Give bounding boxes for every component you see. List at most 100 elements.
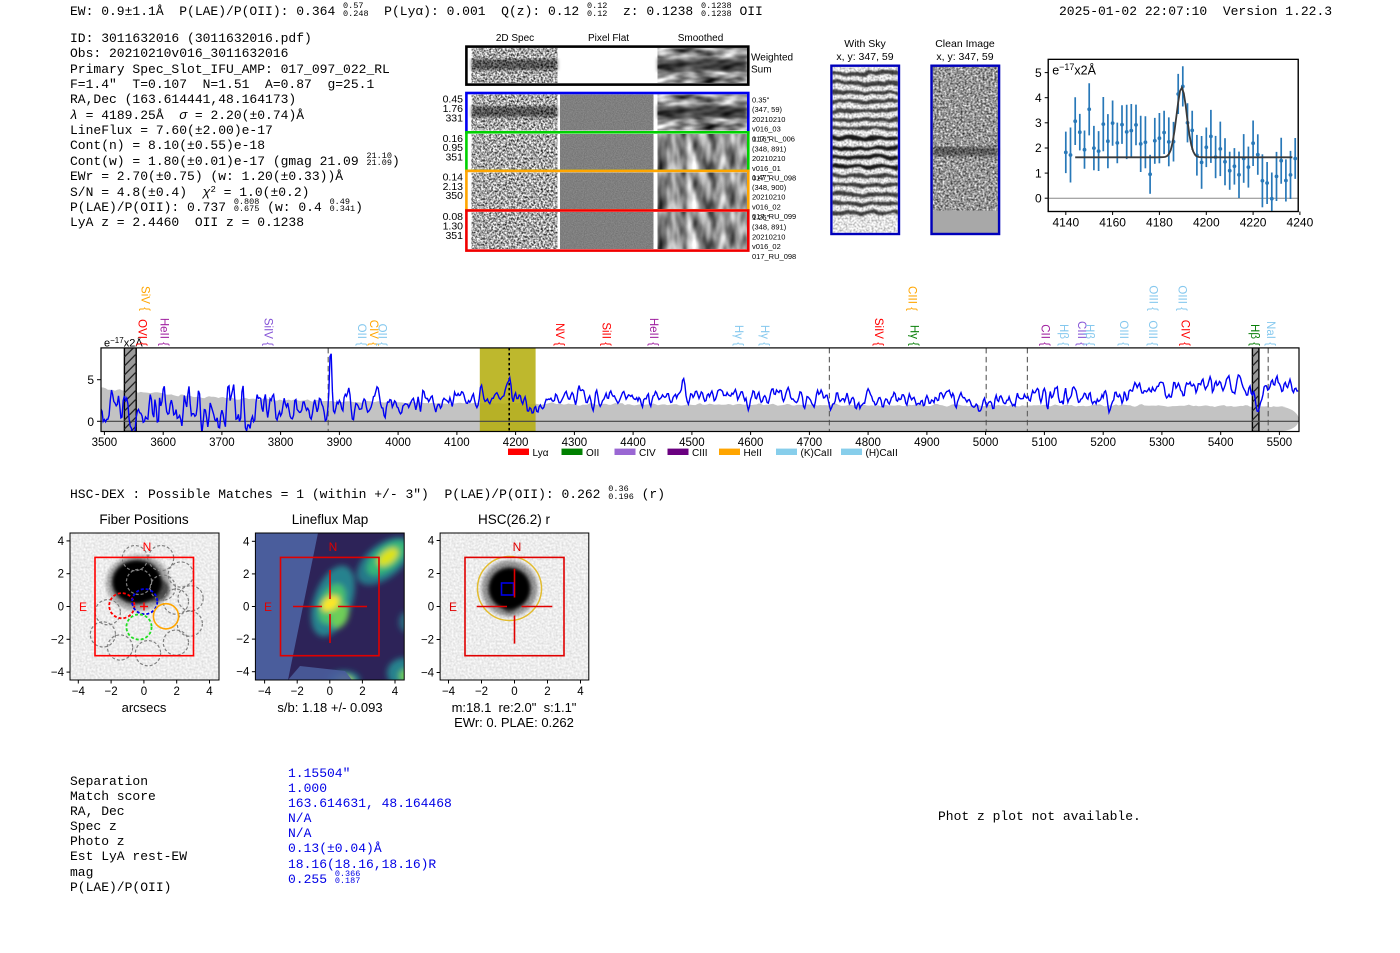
svg-text:SiIV {: SiIV {	[872, 318, 884, 346]
svg-text:v016_02: v016_02	[752, 203, 781, 212]
svg-text:−4: −4	[236, 667, 250, 679]
svg-text:0: 0	[58, 602, 64, 614]
svg-text:Smoothed: Smoothed	[678, 33, 724, 44]
svg-text:331: 331	[445, 112, 463, 124]
svg-text:Hγ {: Hγ {	[908, 325, 920, 346]
svg-text:e−17x2Å: e−17x2Å	[1052, 62, 1096, 78]
svg-text:v016_02: v016_02	[752, 242, 781, 251]
svg-text:1.16": 1.16"	[752, 135, 770, 144]
svg-text:(348, 900): (348, 900)	[752, 183, 787, 192]
svg-text:NV {: NV {	[553, 323, 565, 346]
svg-text:0: 0	[327, 686, 333, 698]
svg-text:4000: 4000	[385, 437, 411, 449]
svg-text:3500: 3500	[92, 437, 118, 449]
svg-text:N: N	[329, 540, 338, 554]
svg-text:−2: −2	[105, 686, 118, 698]
svg-text:(348, 891): (348, 891)	[752, 144, 787, 153]
svg-text:Hβ {: Hβ {	[1057, 324, 1069, 346]
svg-text:N: N	[143, 540, 152, 554]
svg-text:4200: 4200	[1193, 216, 1220, 230]
svg-text:−2: −2	[475, 686, 488, 698]
svg-text:Lineflux Map: Lineflux Map	[292, 512, 369, 527]
svg-text:E: E	[79, 600, 87, 614]
svg-text:CIII: CIII	[692, 448, 708, 459]
svg-text:0: 0	[1035, 191, 1042, 205]
svg-text:4200: 4200	[503, 437, 529, 449]
svg-text:x, y: 347, 59: x, y: 347, 59	[936, 51, 993, 63]
svg-text:SiIV {: SiIV {	[262, 318, 274, 346]
svg-text:CII {: CII {	[1039, 324, 1051, 346]
svg-text:OII {: OII {	[355, 324, 367, 347]
svg-text:Hβ {: Hβ {	[1248, 324, 1260, 346]
svg-text:E: E	[264, 600, 272, 614]
svg-text:−2: −2	[291, 686, 304, 698]
svg-text:017_RU_098: 017_RU_098	[752, 252, 796, 261]
svg-text:0: 0	[87, 415, 94, 429]
svg-text:1: 1	[1035, 166, 1042, 180]
svg-text:SiV {: SiV {	[139, 286, 151, 311]
svg-text:3700: 3700	[209, 437, 235, 449]
svg-text:Hγ {: Hγ {	[732, 325, 744, 346]
svg-text:20210210: 20210210	[752, 154, 785, 163]
svg-text:E: E	[449, 600, 457, 614]
svg-text:−2: −2	[51, 634, 64, 646]
svg-text:2: 2	[359, 686, 365, 698]
svg-text:350: 350	[445, 190, 463, 202]
svg-text:(347, 59): (347, 59)	[752, 105, 783, 114]
svg-text:x, y: 347, 59: x, y: 347, 59	[836, 51, 893, 63]
svg-text:20210210: 20210210	[752, 115, 785, 124]
svg-text:s/b: 1.18 +/- 0.093: s/b: 1.18 +/- 0.093	[277, 700, 382, 715]
svg-text:−2: −2	[236, 634, 249, 646]
svg-text:HSC(26.2) r: HSC(26.2) r	[478, 512, 551, 527]
svg-text:4160: 4160	[1099, 216, 1126, 230]
svg-text:With Sky: With Sky	[844, 38, 886, 50]
svg-text:5100: 5100	[1032, 437, 1058, 449]
svg-text:arcsecs: arcsecs	[122, 700, 167, 715]
svg-text:N: N	[513, 540, 522, 554]
svg-text:3900: 3900	[327, 437, 353, 449]
svg-text:3: 3	[1035, 116, 1042, 130]
svg-text:OIII {: OIII {	[1176, 285, 1188, 311]
svg-text:4240: 4240	[1287, 216, 1314, 230]
svg-text:OIII {: OIII {	[1147, 285, 1159, 311]
svg-text:OII: OII	[586, 448, 599, 459]
svg-text:20210210: 20210210	[752, 193, 785, 202]
svg-text:4: 4	[428, 536, 435, 548]
svg-text:2D Spec: 2D Spec	[496, 33, 534, 44]
svg-text:0.35": 0.35"	[752, 95, 770, 104]
svg-text:4: 4	[577, 686, 584, 698]
svg-text:2: 2	[544, 686, 550, 698]
svg-text:5: 5	[87, 373, 94, 387]
svg-text:CIV: CIV	[639, 448, 656, 459]
svg-text:4: 4	[392, 686, 399, 698]
svg-text:HeII {: HeII {	[158, 318, 170, 346]
svg-text:−4: −4	[51, 667, 65, 679]
svg-text:5400: 5400	[1208, 437, 1234, 449]
svg-text:5: 5	[1035, 66, 1042, 80]
svg-text:CIV {: CIV {	[1179, 320, 1191, 346]
svg-text:Weighted: Weighted	[751, 53, 793, 64]
svg-text:OIII {: OIII {	[1117, 320, 1129, 346]
svg-text:0: 0	[428, 602, 434, 614]
svg-text:OVI {: OVI {	[136, 319, 148, 346]
svg-text:−4: −4	[258, 686, 272, 698]
svg-text:4: 4	[206, 686, 213, 698]
svg-text:4100: 4100	[444, 437, 470, 449]
svg-text:SiII {: SiII {	[600, 322, 612, 346]
svg-text:OII {: OII {	[376, 324, 388, 347]
svg-text:351: 351	[445, 230, 463, 242]
svg-text:−2: −2	[421, 635, 434, 647]
svg-text:4180: 4180	[1146, 216, 1173, 230]
svg-text:CIII {: CIII {	[906, 286, 918, 311]
svg-text:4: 4	[1035, 91, 1042, 105]
svg-text:−4: −4	[72, 686, 86, 698]
svg-text:4: 4	[243, 536, 250, 548]
svg-text:Clean Image: Clean Image	[935, 38, 995, 50]
svg-text:−4: −4	[442, 686, 456, 698]
svg-text:4220: 4220	[1240, 216, 1267, 230]
svg-text:5000: 5000	[973, 437, 999, 449]
svg-text:0: 0	[141, 686, 147, 698]
svg-text:1.47": 1.47"	[752, 173, 770, 182]
svg-text:0: 0	[511, 686, 517, 698]
svg-text:3800: 3800	[268, 437, 294, 449]
